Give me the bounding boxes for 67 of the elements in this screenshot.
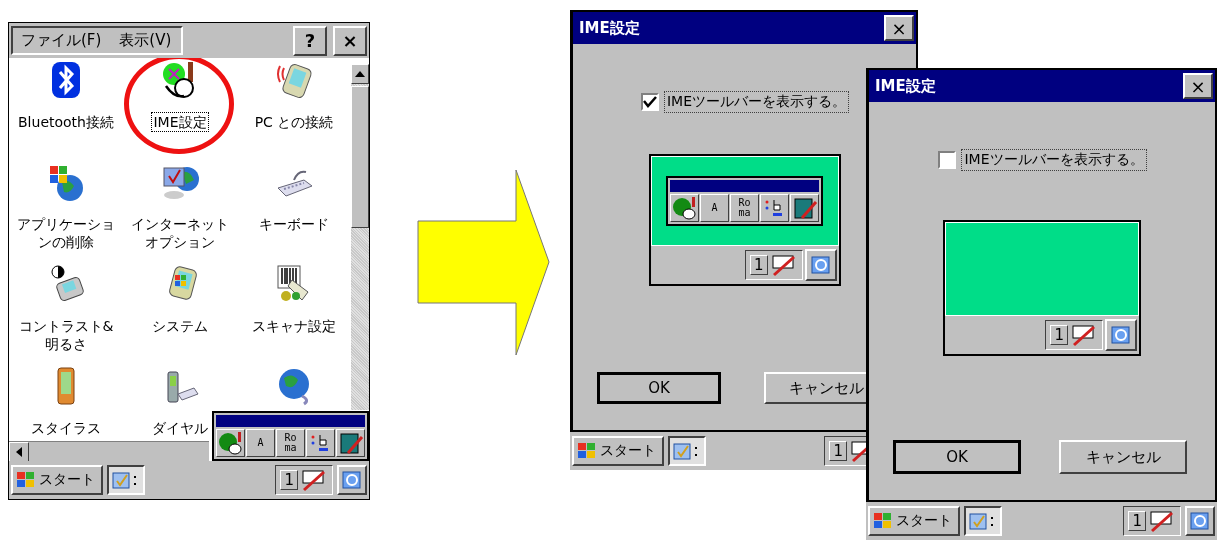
desktop-button[interactable]	[1185, 506, 1215, 536]
item-label[interactable]: インターネットオプション	[124, 214, 236, 252]
toolbar-button[interactable]: A	[700, 194, 729, 222]
desktop-icon	[341, 469, 363, 491]
input-mode-indicator[interactable]: 1	[1128, 511, 1146, 531]
start-button[interactable]: スタート	[572, 436, 664, 466]
toolbar-button[interactable]	[306, 429, 335, 457]
desktop-button[interactable]	[337, 465, 367, 495]
toolbar-button[interactable]: Ro ma	[276, 429, 305, 457]
book-pen-icon	[791, 196, 818, 220]
check-icon	[642, 96, 657, 108]
menu-item[interactable]: ファイル(F)	[21, 31, 102, 50]
start-button[interactable]: スタート	[11, 465, 103, 495]
help-button[interactable]: ?	[293, 25, 327, 56]
toolbar-button[interactable]: A	[246, 429, 275, 457]
close-button[interactable]: ×	[884, 15, 914, 41]
toolbar-button[interactable]	[790, 194, 819, 222]
pen-screen-icon[interactable]	[300, 468, 328, 492]
ball-hand-icon	[671, 196, 698, 220]
dialog-button[interactable]: OK	[597, 372, 721, 404]
close-button[interactable]: ×	[1183, 73, 1213, 99]
toolbar-button[interactable]	[336, 429, 365, 457]
item-label[interactable]: キーボード	[257, 214, 331, 234]
close-button[interactable]: ×	[333, 25, 367, 56]
flag-icon	[873, 512, 893, 530]
task-button[interactable]	[107, 465, 145, 495]
item-label[interactable]: システム	[150, 316, 210, 336]
checkbox-label[interactable]: IMEツールバーを表示する。	[962, 150, 1146, 170]
ball-hand-icon	[217, 431, 244, 455]
checkbox[interactable]	[640, 93, 659, 111]
dialog-button[interactable]: OK	[893, 440, 1021, 474]
menu-item[interactable]: 表示(V)	[119, 31, 172, 50]
item-label[interactable]: PC との接続	[252, 112, 336, 132]
pen-screen-icon	[769, 253, 798, 277]
left-arrow-icon[interactable]	[16, 447, 22, 457]
up-arrow-icon[interactable]	[355, 71, 365, 77]
toolbar-button[interactable]	[216, 429, 245, 457]
item-label[interactable]: スキャナ設定	[250, 316, 338, 336]
item-label[interactable]: Bluetooth接続	[16, 112, 116, 132]
checkbox[interactable]	[938, 151, 957, 169]
book-pen-icon	[337, 431, 364, 455]
item-label[interactable]: IME設定	[151, 112, 209, 132]
toolbar-button[interactable]	[760, 194, 789, 222]
dialog-title: IME設定	[579, 18, 640, 38]
pen-screen-icon	[1070, 323, 1098, 347]
vertical-scrollbar[interactable]	[351, 64, 369, 410]
input-mode-indicator[interactable]: 1	[280, 470, 298, 490]
dialog-title: IME設定	[875, 76, 936, 96]
item-label[interactable]: ダイヤル	[150, 418, 210, 438]
input-mode-indicator: 1	[749, 255, 768, 275]
toolbar-button[interactable]	[670, 194, 699, 222]
input-mode-indicator[interactable]: 1	[829, 441, 847, 461]
input-mode-indicator: 1	[1050, 325, 1068, 345]
toolbar-button[interactable]: Ro ma	[730, 194, 759, 222]
pen-screen-icon[interactable]	[1148, 509, 1176, 533]
item-label[interactable]: コントラスト&明るさ	[10, 316, 122, 354]
desktop-icon	[1189, 510, 1211, 532]
item-label[interactable]: アプリケーションの削除	[10, 214, 122, 252]
flag-icon	[577, 442, 597, 460]
task-button[interactable]	[964, 506, 1002, 536]
checkbox-label[interactable]: IMEツールバーを表示する。	[664, 92, 849, 112]
flag-icon	[16, 471, 36, 489]
item-label[interactable]: スタイラス	[29, 418, 103, 438]
dialog-button[interactable]: キャンセル	[1059, 440, 1187, 474]
start-button[interactable]: スタート	[868, 506, 960, 536]
horizontal-scrollbar[interactable]	[9, 441, 209, 461]
task-button[interactable]	[668, 436, 706, 466]
